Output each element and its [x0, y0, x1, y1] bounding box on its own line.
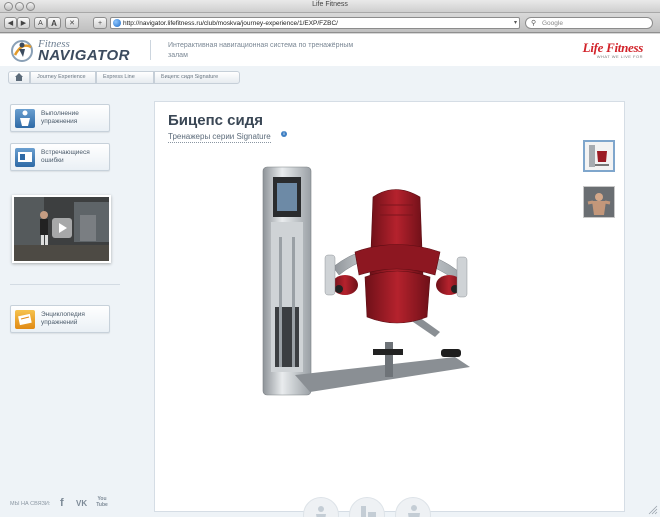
vk-icon[interactable]: VK — [76, 499, 87, 508]
mistakes-button[interactable]: Встречающиеся ошибки — [10, 143, 110, 171]
facebook-icon[interactable]: f — [60, 497, 64, 509]
header-divider — [150, 40, 151, 60]
search-field[interactable]: ⚲ Google — [525, 17, 653, 29]
exercise-button[interactable]: Выполнение упражнения — [10, 104, 110, 132]
social-label: МЫ НА СВЯЗИ: — [10, 501, 51, 507]
breadcrumb-item-journey[interactable]: Journey Experience — [30, 71, 96, 84]
site-header: Fitness NAVIGATOR Интерактивная навигаци… — [0, 34, 660, 66]
exercise-button-label: Выполнение упражнения — [41, 110, 79, 125]
url-field[interactable]: http://navigator.lifefitness.ru/club/mos… — [110, 17, 520, 29]
home-icon[interactable] — [8, 71, 30, 84]
play-icon[interactable] — [52, 218, 72, 238]
url-text: http://navigator.lifefitness.ru/club/mos… — [123, 20, 338, 27]
encyclopedia-button[interactable]: Энциклопедия упражнений — [10, 305, 110, 333]
back-arrow-icon[interactable]: ◀ — [4, 17, 17, 29]
mistakes-button-label: Встречающиеся ошибки — [41, 149, 90, 164]
text-smaller-button[interactable]: A — [34, 17, 47, 29]
window-titlebar: Life Fitness — [0, 0, 660, 13]
product-series-link[interactable]: Тренажеры серии Signature — [168, 132, 271, 143]
life-fitness-logo[interactable]: Life Fitness WHAT WE LIVE FOR — [563, 40, 644, 64]
product-panel: Бицепс сидя Тренажеры серии Signature i — [154, 101, 625, 517]
brand-line-2: NAVIGATOR — [38, 47, 131, 64]
window-title: Life Fitness — [312, 1, 348, 8]
thumbnail-exercise-photo[interactable] — [583, 186, 615, 218]
header-tagline: Интерактивная навигационная система по т… — [168, 42, 354, 59]
fitness-navigator-logo[interactable]: Fitness NAVIGATOR — [10, 38, 130, 64]
resize-grip-icon[interactable] — [648, 505, 658, 515]
encyclopedia-button-label: Энциклопедия упражнений — [41, 311, 85, 326]
text-bigger-button[interactable]: A — [47, 17, 61, 29]
exercise-video[interactable] — [12, 195, 111, 263]
machine-image — [262, 166, 470, 396]
partner-tagline: WHAT WE LIVE FOR — [596, 54, 643, 59]
view-side-icon[interactable] — [303, 497, 339, 517]
thumbnail-machine[interactable] — [583, 140, 615, 172]
page-title: Бицепс сидя — [168, 112, 263, 129]
globe-icon — [113, 19, 121, 27]
info-icon[interactable]: i — [281, 131, 287, 137]
chevron-down-icon[interactable]: ▾ — [514, 18, 517, 28]
youtube-icon[interactable]: You Tube — [96, 496, 108, 508]
page: Fitness NAVIGATOR Интерактивная навигаци… — [0, 34, 660, 517]
view-muscles-icon[interactable] — [395, 497, 431, 517]
breadcrumb-item-express-line[interactable]: Express Line — [96, 71, 154, 84]
mistakes-icon — [15, 148, 35, 167]
stop-button[interactable]: ✕ — [65, 17, 79, 29]
view-machine-icon[interactable] — [349, 497, 385, 517]
browser-toolbar: ◀ ▶ A A ✕ + http://navigator.lifefitness… — [0, 13, 660, 33]
sidebar-divider — [10, 284, 120, 285]
navigator-swirl-icon — [11, 40, 33, 62]
exercise-icon — [15, 109, 35, 128]
encyclopedia-icon — [15, 310, 35, 329]
search-icon: ⚲ — [531, 20, 537, 27]
forward-arrow-icon[interactable]: ▶ — [17, 17, 30, 29]
breadcrumb: Journey Experience Express Line Бицепс с… — [0, 68, 660, 86]
breadcrumb-item-current: Бицепс сидя Signature — [154, 71, 240, 84]
search-placeholder: Google — [542, 20, 563, 27]
add-bookmark-button[interactable]: + — [93, 17, 107, 29]
